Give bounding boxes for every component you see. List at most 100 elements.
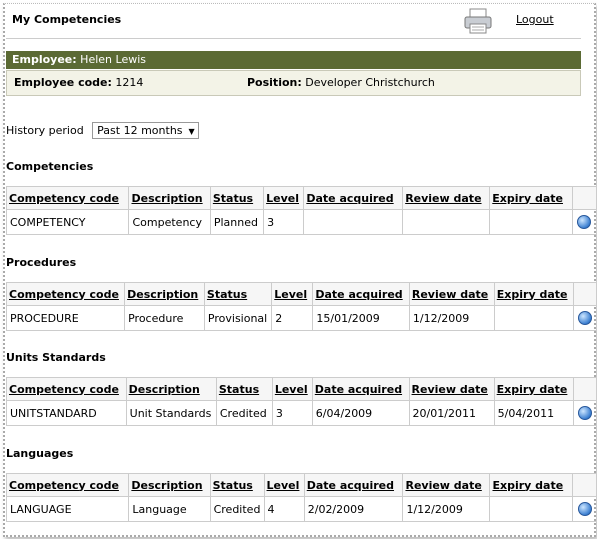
history-period: History period Past 12 months ▼ — [6, 122, 199, 139]
history-period-select[interactable]: Past 12 months ▼ — [92, 122, 199, 139]
table-cell: Credited — [209, 496, 265, 522]
position-value: Developer Christchurch — [305, 76, 435, 89]
column-header[interactable]: Level — [263, 186, 305, 210]
table-cell — [493, 305, 575, 331]
procedures-heading: Procedures — [6, 256, 77, 269]
employee-name: Helen Lewis — [80, 53, 146, 66]
employee-code-value: 1214 — [115, 76, 144, 89]
action-cell — [573, 305, 597, 331]
action-column-header — [571, 186, 597, 210]
languages-table: Competency code Description Status Level Dat… — [5, 473, 597, 522]
column-header[interactable]: Date acquired — [303, 186, 404, 210]
employee-bar: Employee: Helen Lewis — [6, 51, 581, 69]
table-header-row: Competency code Description Status Level Dat… — [5, 282, 597, 306]
employee-label: Employee: — [12, 53, 77, 66]
column-header[interactable]: Expiry date — [489, 473, 574, 497]
table-row: COMPETENCY Competency Planned 3 — [5, 209, 597, 235]
employee-code: Employee code: 1214 — [14, 71, 143, 95]
languages-heading: Languages — [6, 447, 74, 460]
procedures-table: Competency code Description Status Level Dat… — [5, 282, 597, 331]
table-cell: 2 — [271, 305, 314, 331]
table-cell: LANGUAGE — [5, 496, 130, 522]
table-cell: Credited — [215, 400, 273, 426]
column-header[interactable]: Status — [215, 377, 273, 401]
column-header[interactable]: Expiry date — [489, 186, 573, 210]
column-header[interactable]: Description — [128, 186, 211, 210]
printer-icon[interactable] — [463, 8, 493, 34]
position-label: Position: — [247, 76, 302, 89]
employee-position: Position: Developer Christchurch — [247, 71, 435, 95]
table-cell: 1/12/2009 — [408, 305, 495, 331]
table-cell: Procedure — [124, 305, 205, 331]
action-column-header — [573, 282, 597, 306]
column-header[interactable]: Competency code — [5, 473, 130, 497]
table-cell: 20/01/2011 — [408, 400, 495, 426]
column-header[interactable]: Level — [271, 377, 313, 401]
column-header[interactable]: Status — [209, 473, 265, 497]
page-title: My Competencies — [12, 13, 122, 26]
table-cell: 3 — [263, 209, 305, 235]
top-bar: My Competencies Logout — [6, 8, 584, 34]
table-cell — [402, 209, 491, 235]
table-cell: Planned — [209, 209, 265, 235]
table-header-row: Competency code Description Status Level Dat… — [6, 377, 597, 401]
history-selected: Past 12 months — [97, 124, 183, 137]
column-header[interactable]: Status — [203, 282, 273, 306]
column-header[interactable]: Review date — [402, 186, 491, 210]
action-cell — [572, 496, 597, 522]
table-cell: COMPETENCY — [5, 209, 130, 235]
table-cell — [303, 209, 404, 235]
column-header[interactable]: Date acquired — [311, 377, 410, 401]
table-cell: Language — [128, 496, 211, 522]
column-header[interactable]: Review date — [402, 473, 491, 497]
column-header[interactable]: Date acquired — [312, 282, 410, 306]
action-cell — [571, 209, 597, 235]
table-cell: 1/12/2009 — [402, 496, 491, 522]
table-cell: UNITSTANDARD — [6, 400, 127, 426]
globe-icon[interactable] — [578, 311, 593, 325]
logout-link[interactable]: Logout — [516, 13, 554, 26]
table-cell: 15/01/2009 — [312, 305, 410, 331]
column-header[interactable]: Description — [128, 473, 211, 497]
table-header-row: Competency code Description Status Level Dat… — [5, 473, 597, 497]
column-header[interactable]: Level — [263, 473, 305, 497]
table-cell: 3 — [271, 400, 313, 426]
column-header[interactable]: Description — [124, 282, 205, 306]
column-header[interactable]: Review date — [408, 377, 495, 401]
action-column-header — [572, 377, 597, 401]
table-cell: 6/04/2009 — [311, 400, 410, 426]
table-cell: PROCEDURE — [5, 305, 126, 331]
column-header[interactable]: Expiry date — [493, 377, 574, 401]
employee-code-label: Employee code: — [14, 76, 112, 89]
table-cell: Unit Standards — [125, 400, 217, 426]
table-cell: 4 — [263, 496, 305, 522]
units-standards-table: Competency code Description Status Level Dat… — [6, 377, 597, 426]
chevron-down-icon: ▼ — [188, 127, 195, 136]
employee-info: Employee code: 1214 Position: Developer … — [6, 70, 581, 96]
history-label: History period — [6, 124, 84, 137]
column-header[interactable]: Competency code — [5, 282, 126, 306]
globe-icon[interactable] — [577, 502, 592, 516]
column-header[interactable]: Review date — [408, 282, 495, 306]
globe-icon[interactable] — [577, 215, 592, 229]
column-header[interactable]: Expiry date — [493, 282, 575, 306]
table-cell: 2/02/2009 — [303, 496, 404, 522]
competencies-heading: Competencies — [6, 160, 94, 173]
column-header[interactable]: Status — [209, 186, 265, 210]
table-cell — [489, 209, 573, 235]
column-header[interactable]: Date acquired — [303, 473, 404, 497]
table-row: LANGUAGE Language Credited 4 2/02/2009 1/12/2… — [5, 496, 597, 522]
globe-icon[interactable] — [577, 406, 592, 420]
table-cell — [489, 496, 574, 522]
column-header[interactable]: Level — [271, 282, 314, 306]
table-header-row: Competency code Description Status Level Dat… — [5, 186, 597, 210]
column-header[interactable]: Description — [125, 377, 217, 401]
table-row: PROCEDURE Procedure Provisional 2 15/01/2009… — [5, 305, 597, 331]
column-header[interactable]: Competency code — [5, 186, 130, 210]
table-row: UNITSTANDARD Unit Standards Credited 3 6/04/… — [6, 400, 597, 426]
table-cell: Provisional — [203, 305, 273, 331]
action-column-header — [572, 473, 597, 497]
table-cell: Competency — [128, 209, 211, 235]
column-header[interactable]: Competency code — [6, 377, 127, 401]
table-cell: 5/04/2011 — [493, 400, 574, 426]
